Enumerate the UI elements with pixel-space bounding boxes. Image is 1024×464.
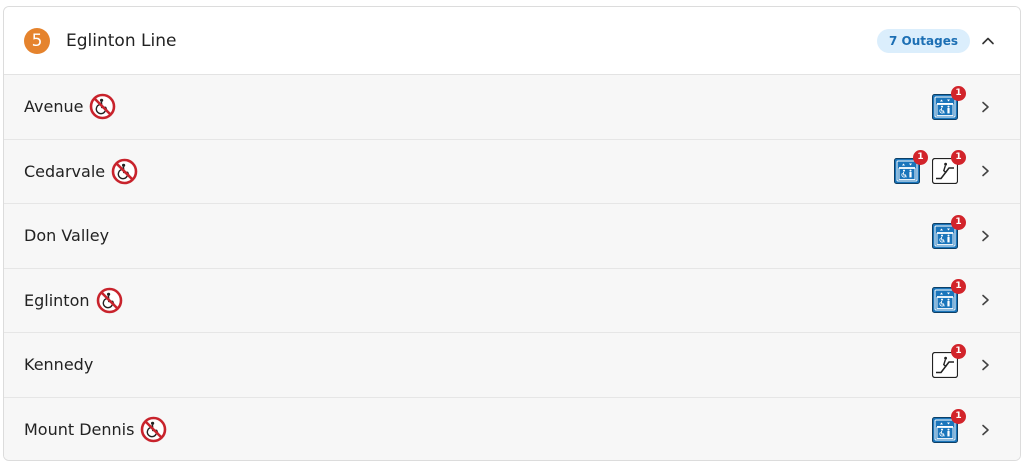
station-name: Mount Dennis [24, 420, 135, 440]
chevron-right-icon [978, 100, 992, 114]
line-header[interactable]: 5 Eglinton Line 7 Outages [4, 7, 1020, 75]
outage-count-badge: 7 Outages [877, 28, 970, 53]
line-number-badge: 5 [24, 27, 50, 54]
collapse-button[interactable] [976, 29, 1000, 53]
chevron-right-icon [978, 229, 992, 243]
station-row[interactable]: Mount Dennis 1 [4, 397, 1020, 460]
station-row[interactable]: Cedarvale 1 1 [4, 139, 1020, 204]
line-outage-panel: 5 Eglinton Line 7 Outages Avenue 1 Cedar… [3, 6, 1021, 461]
chevron-up-icon [982, 37, 994, 44]
no-wheelchair-icon [96, 287, 123, 314]
escalator-icon: 1 [932, 150, 966, 185]
no-wheelchair-icon [111, 158, 138, 185]
elevator-icon: 1 [932, 279, 966, 314]
outage-count-dot: 1 [951, 408, 966, 424]
chevron-right-icon [978, 423, 992, 437]
outage-count-dot: 1 [951, 214, 966, 230]
station-name: Eglinton [24, 290, 90, 310]
escalator-icon: 1 [932, 343, 966, 378]
station-name: Kennedy [24, 355, 94, 375]
line-title: Eglinton Line [66, 30, 177, 51]
elevator-icon: 1 [932, 408, 966, 443]
station-name: Cedarvale [24, 161, 106, 181]
no-wheelchair-icon [89, 93, 116, 120]
outage-count-dot: 1 [951, 85, 966, 101]
chevron-right-icon [978, 164, 992, 178]
station-name: Avenue [24, 97, 84, 117]
chevron-right-icon [978, 293, 992, 307]
chevron-right-icon [978, 358, 992, 372]
station-row[interactable]: Don Valley 1 [4, 204, 1020, 269]
no-wheelchair-icon [140, 416, 167, 443]
elevator-icon: 1 [932, 85, 966, 120]
outage-count-dot: 1 [951, 279, 966, 295]
outage-count-dot: 1 [951, 343, 966, 359]
station-row[interactable]: Avenue 1 [4, 75, 1020, 140]
station-list: Avenue 1 Cedarvale 1 1 Don Valley 1 Egli… [4, 75, 1020, 460]
outage-count-dot: 1 [951, 150, 966, 166]
station-row[interactable]: Kennedy 1 [4, 333, 1020, 398]
elevator-icon: 1 [894, 150, 928, 185]
station-row[interactable]: Eglinton 1 [4, 268, 1020, 333]
elevator-icon: 1 [932, 214, 966, 249]
station-name: Don Valley [24, 226, 110, 246]
outage-count-dot: 1 [913, 150, 928, 166]
